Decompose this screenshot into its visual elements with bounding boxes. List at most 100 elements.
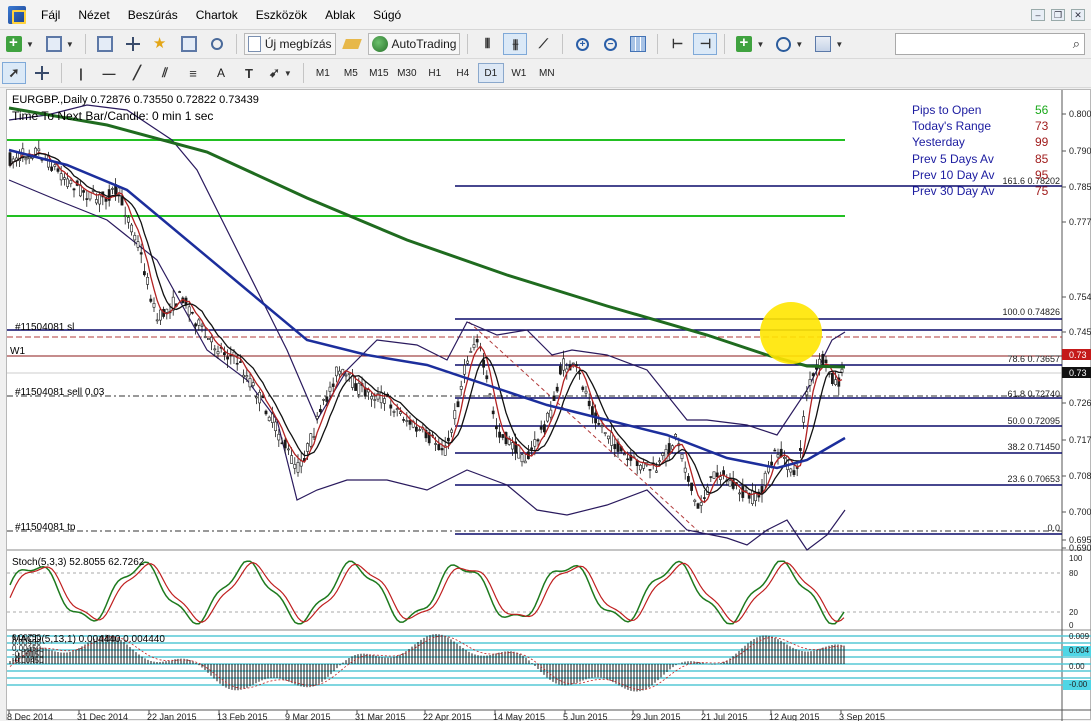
timeframe-d1[interactable]: D1: [477, 63, 504, 83]
pips-row-label: Prev 10 Day Av: [912, 167, 995, 182]
autotrading-button[interactable]: AutoTrading: [367, 33, 461, 55]
strategy-tester-button[interactable]: [205, 33, 229, 55]
candle-body: [683, 467, 687, 473]
zoom-in-button[interactable]: +: [570, 33, 594, 55]
line-chart-button[interactable]: ⟋: [531, 33, 555, 55]
navigator-button[interactable]: ★: [149, 33, 173, 55]
timeframe-m30[interactable]: M30: [394, 63, 420, 83]
timeframe-m1[interactable]: M1: [310, 63, 336, 83]
data-window-button[interactable]: [121, 33, 145, 55]
profiles-button[interactable]: ▼: [42, 33, 78, 55]
new-order-button[interactable]: Új megbízás: [243, 33, 336, 55]
candle-body: [312, 436, 316, 438]
candle-body: [699, 502, 703, 506]
candle-body: [283, 439, 287, 449]
candle-body: [159, 309, 162, 321]
pips-row-value: 95: [1035, 167, 1049, 182]
candle-body: [542, 424, 546, 433]
arrow-icon: ➹: [269, 65, 280, 80]
candle-body: [127, 217, 130, 223]
candle-body: [581, 386, 585, 390]
candle-body: [274, 421, 278, 432]
chart-window[interactable]: 100.0 0.74826 78.6 0.73657 61.8 0.72740 50.…: [6, 89, 1091, 721]
vertical-line-button[interactable]: |: [69, 62, 93, 84]
close-icon[interactable]: ✕: [1071, 8, 1085, 21]
candle-body: [293, 463, 297, 469]
arrows-button[interactable]: ➹ ▼: [265, 62, 296, 84]
menu-charts[interactable]: Chartok: [187, 0, 247, 30]
candle-body: [728, 480, 732, 487]
timeframe-h4[interactable]: H4: [450, 63, 476, 83]
text-tool-label: A: [216, 66, 225, 80]
menu-insert[interactable]: Beszúrás: [119, 0, 187, 30]
weekly-label: W1: [10, 346, 25, 357]
price-axis: 0.800 0.790 0.785 0.777 0.754 0.745 0.726 0.717…: [1062, 109, 1091, 553]
market-watch-button[interactable]: [93, 33, 117, 55]
candle-body: [414, 426, 418, 432]
metaeditor-button[interactable]: [340, 33, 364, 55]
bar-chart-button[interactable]: ⫴: [475, 33, 499, 55]
menu-help[interactable]: Súgó: [364, 0, 410, 30]
stochastic-axis-label: 0: [1069, 621, 1074, 630]
menu-view[interactable]: Nézet: [69, 0, 118, 30]
menu-tools[interactable]: Eszközök: [247, 0, 316, 30]
candle-body: [661, 453, 665, 456]
timeframe-mn[interactable]: MN: [534, 63, 560, 83]
candle-body: [357, 383, 361, 395]
fibonacci-level-label: 50.0 0.72095: [1007, 416, 1060, 426]
zoom-out-button[interactable]: −: [598, 33, 622, 55]
crosshair-button[interactable]: [30, 62, 54, 84]
candle-body: [587, 400, 591, 407]
candle-body: [350, 375, 354, 388]
chevron-down-icon: ▼: [795, 39, 804, 49]
pips-row-label: Pips to Open: [912, 103, 982, 117]
tile-windows-button[interactable]: [626, 33, 650, 55]
channel-button[interactable]: ⫽: [153, 62, 177, 84]
candle-body: [456, 401, 460, 408]
periods-button[interactable]: ▼: [772, 33, 807, 55]
timeframe-h1[interactable]: H1: [422, 63, 448, 83]
horizontal-line-button[interactable]: —: [97, 62, 121, 84]
terminal-button[interactable]: [177, 33, 201, 55]
candle-body: [558, 365, 562, 375]
autotrading-icon: [371, 36, 388, 52]
menu-file[interactable]: Fájl: [32, 0, 69, 30]
cursor-button[interactable]: ➚: [2, 62, 26, 84]
trendline-button[interactable]: ╱: [125, 62, 149, 84]
minimize-icon[interactable]: –: [1031, 8, 1045, 21]
candle-body: [56, 168, 60, 172]
chart-shift-button[interactable]: ⊣: [693, 33, 718, 55]
macd-axis-label: 0.004: [1069, 646, 1090, 655]
text-label-button[interactable]: T: [237, 62, 261, 84]
chevron-down-icon: ▼: [26, 39, 34, 49]
candle-body: [62, 177, 66, 180]
restore-icon[interactable]: ❐: [1051, 8, 1065, 21]
timeframe-w1[interactable]: W1: [506, 63, 532, 83]
fibonacci-level-label: 61.8 0.72740: [1007, 389, 1060, 399]
new-order-icon: [247, 36, 261, 52]
menu-window[interactable]: Ablak: [316, 0, 364, 30]
indicators-button[interactable]: ▼: [732, 33, 768, 55]
candle-body: [309, 433, 313, 447]
candle-body: [258, 391, 262, 404]
candle-body: [120, 197, 124, 206]
toolbar-separator: [302, 63, 304, 83]
text-button[interactable]: A: [209, 62, 233, 84]
candle-body: [555, 386, 559, 392]
pips-row-value: 73: [1035, 119, 1049, 134]
clock-icon: [776, 36, 792, 52]
candle-body: [462, 365, 466, 375]
templates-button[interactable]: ▼: [811, 33, 847, 55]
new-chart-button[interactable]: ▼: [2, 33, 38, 55]
candlestick-button[interactable]: ⫵: [503, 33, 528, 55]
candle-body: [210, 337, 214, 343]
timeframe-m5[interactable]: M5: [338, 63, 364, 83]
pips-info-panel: Pips to Open 56 Today's Range 73 Yesterday 99…: [912, 102, 1057, 199]
timeframe-m15[interactable]: M15: [366, 63, 392, 83]
candle-body: [280, 442, 284, 445]
auto-scroll-button[interactable]: ⊢: [665, 33, 689, 55]
candle-body: [223, 352, 226, 356]
search-input[interactable]: ⌕: [895, 33, 1085, 55]
fibonacci-button[interactable]: ≡: [181, 62, 205, 84]
candle-body: [466, 360, 470, 364]
